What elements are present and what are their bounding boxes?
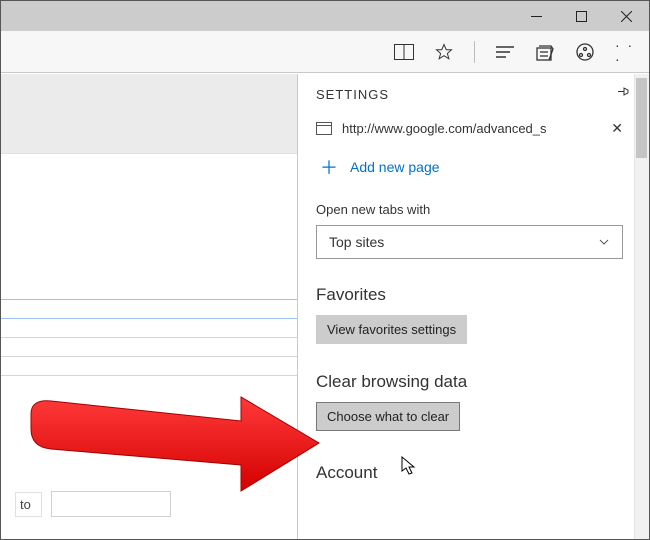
clear-browsing-heading: Clear browsing data (316, 372, 637, 392)
startup-page-url: http://www.google.com/advanced_s (342, 121, 547, 136)
panel-scrollbar[interactable] (634, 74, 649, 539)
share-icon[interactable] (575, 42, 595, 62)
minimize-button[interactable] (514, 1, 559, 31)
more-icon[interactable]: · · · (615, 42, 635, 62)
plus-icon: ＋ (320, 154, 338, 180)
page-icon (316, 122, 332, 135)
choose-what-to-clear-button[interactable]: Choose what to clear (316, 402, 460, 431)
chevron-down-icon (598, 236, 610, 248)
to-label: to (15, 492, 42, 517)
remove-page-icon[interactable]: ✕ (611, 120, 623, 137)
pin-icon[interactable] (616, 84, 631, 104)
webnote-icon[interactable] (535, 42, 555, 62)
open-tabs-select[interactable]: Top sites (316, 225, 623, 259)
hub-icon[interactable] (495, 42, 515, 62)
page-content: to (1, 74, 297, 539)
toolbar-separator (474, 41, 475, 63)
account-heading: Account (316, 463, 637, 483)
to-input[interactable] (51, 491, 171, 517)
add-new-page-button[interactable]: ＋ Add new page (320, 154, 637, 180)
scrollbar-thumb[interactable] (636, 78, 647, 158)
view-favorites-settings-button[interactable]: View favorites settings (316, 315, 467, 344)
close-button[interactable] (604, 1, 649, 31)
startup-page-row: http://www.google.com/advanced_s ✕ (316, 116, 637, 140)
window-titlebar (1, 1, 649, 31)
maximize-button[interactable] (559, 1, 604, 31)
settings-title: SETTINGS (316, 87, 389, 102)
settings-panel: SETTINGS http://www.google.com/advanced_… (297, 74, 649, 539)
favorites-heading: Favorites (316, 285, 637, 305)
add-new-page-label: Add new page (350, 159, 440, 175)
reading-view-icon[interactable] (394, 42, 414, 62)
browser-toolbar: · · · (1, 31, 649, 73)
open-tabs-label: Open new tabs with (316, 202, 637, 217)
open-tabs-value: Top sites (329, 234, 384, 250)
favorite-star-icon[interactable] (434, 42, 454, 62)
